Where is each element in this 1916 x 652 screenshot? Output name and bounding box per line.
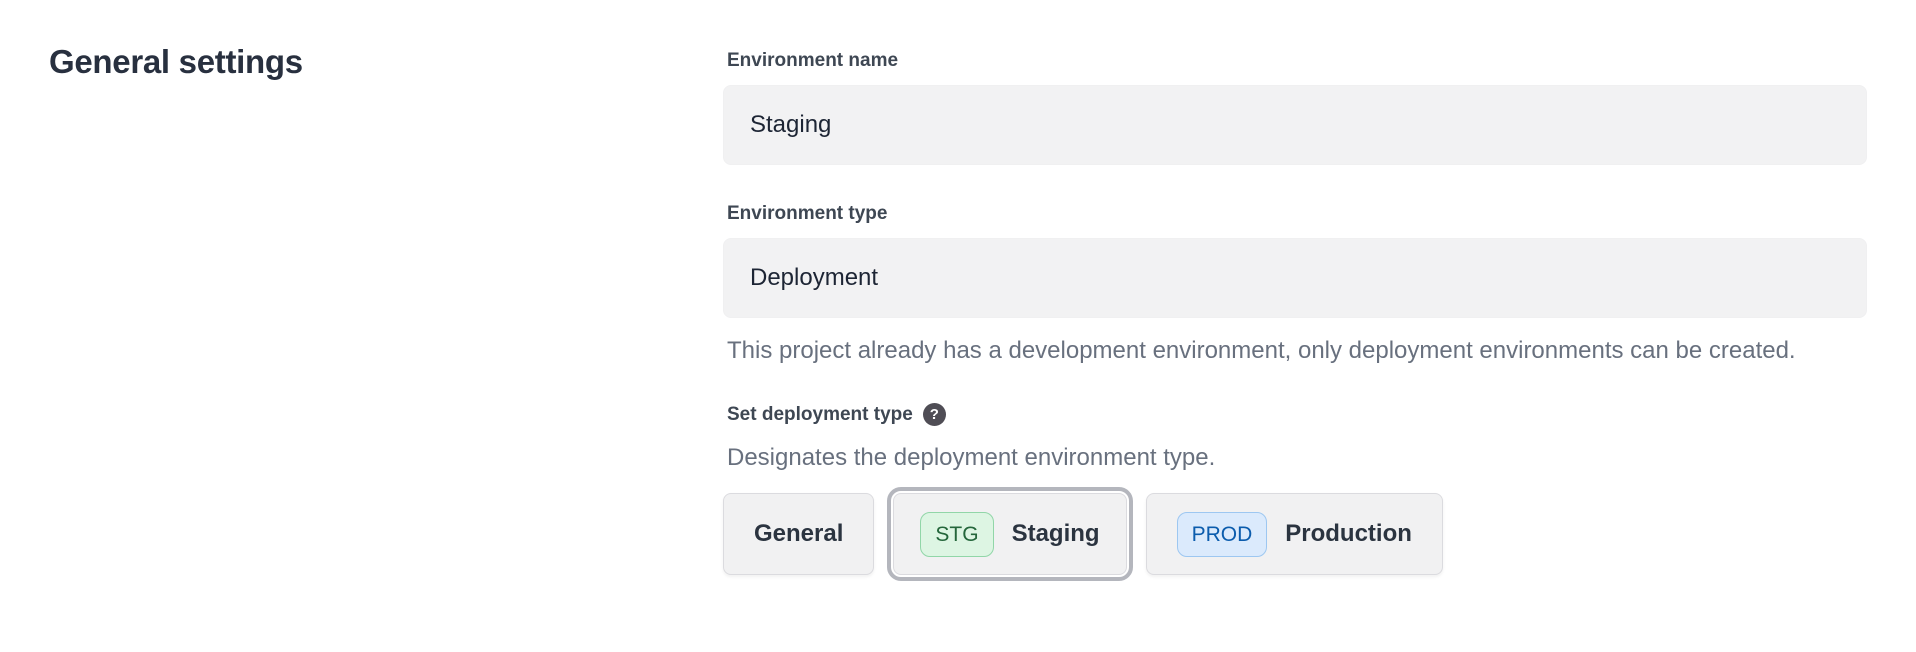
settings-section-header: General settings (49, 40, 723, 581)
deployment-type-option-general[interactable]: General (723, 493, 874, 575)
deployment-type-option-general-label: General (754, 520, 843, 548)
environment-type-help-text: This project already has a development e… (727, 332, 1867, 370)
environment-type-label: Environment type (727, 203, 1867, 225)
deployment-type-option-production-label: Production (1285, 520, 1412, 548)
environment-name-label: Environment name (727, 50, 1867, 72)
deployment-type-options: General STG Staging PROD Production (723, 487, 1867, 581)
deployment-type-option-staging-label: Staging (1012, 520, 1100, 548)
environment-name-input[interactable] (723, 85, 1867, 165)
deployment-type-description: Designates the deployment environment ty… (727, 443, 1867, 473)
deployment-type-label: Set deployment type (727, 404, 913, 426)
production-badge: PROD (1177, 512, 1268, 557)
settings-page: General settings Environment name Enviro… (0, 0, 1916, 581)
environment-settings-form: Environment name Environment type This p… (723, 40, 1867, 581)
deployment-type-option-production[interactable]: PROD Production (1146, 493, 1443, 575)
deployment-type-option-staging-selected-ring: STG Staging (887, 487, 1132, 581)
question-mark-icon[interactable]: ? (923, 403, 946, 426)
deployment-type-label-row: Set deployment type ? (727, 403, 1867, 426)
environment-type-input[interactable] (723, 238, 1867, 318)
staging-badge: STG (920, 512, 993, 557)
page-title: General settings (49, 43, 723, 81)
deployment-type-option-staging[interactable]: STG Staging (893, 493, 1126, 575)
